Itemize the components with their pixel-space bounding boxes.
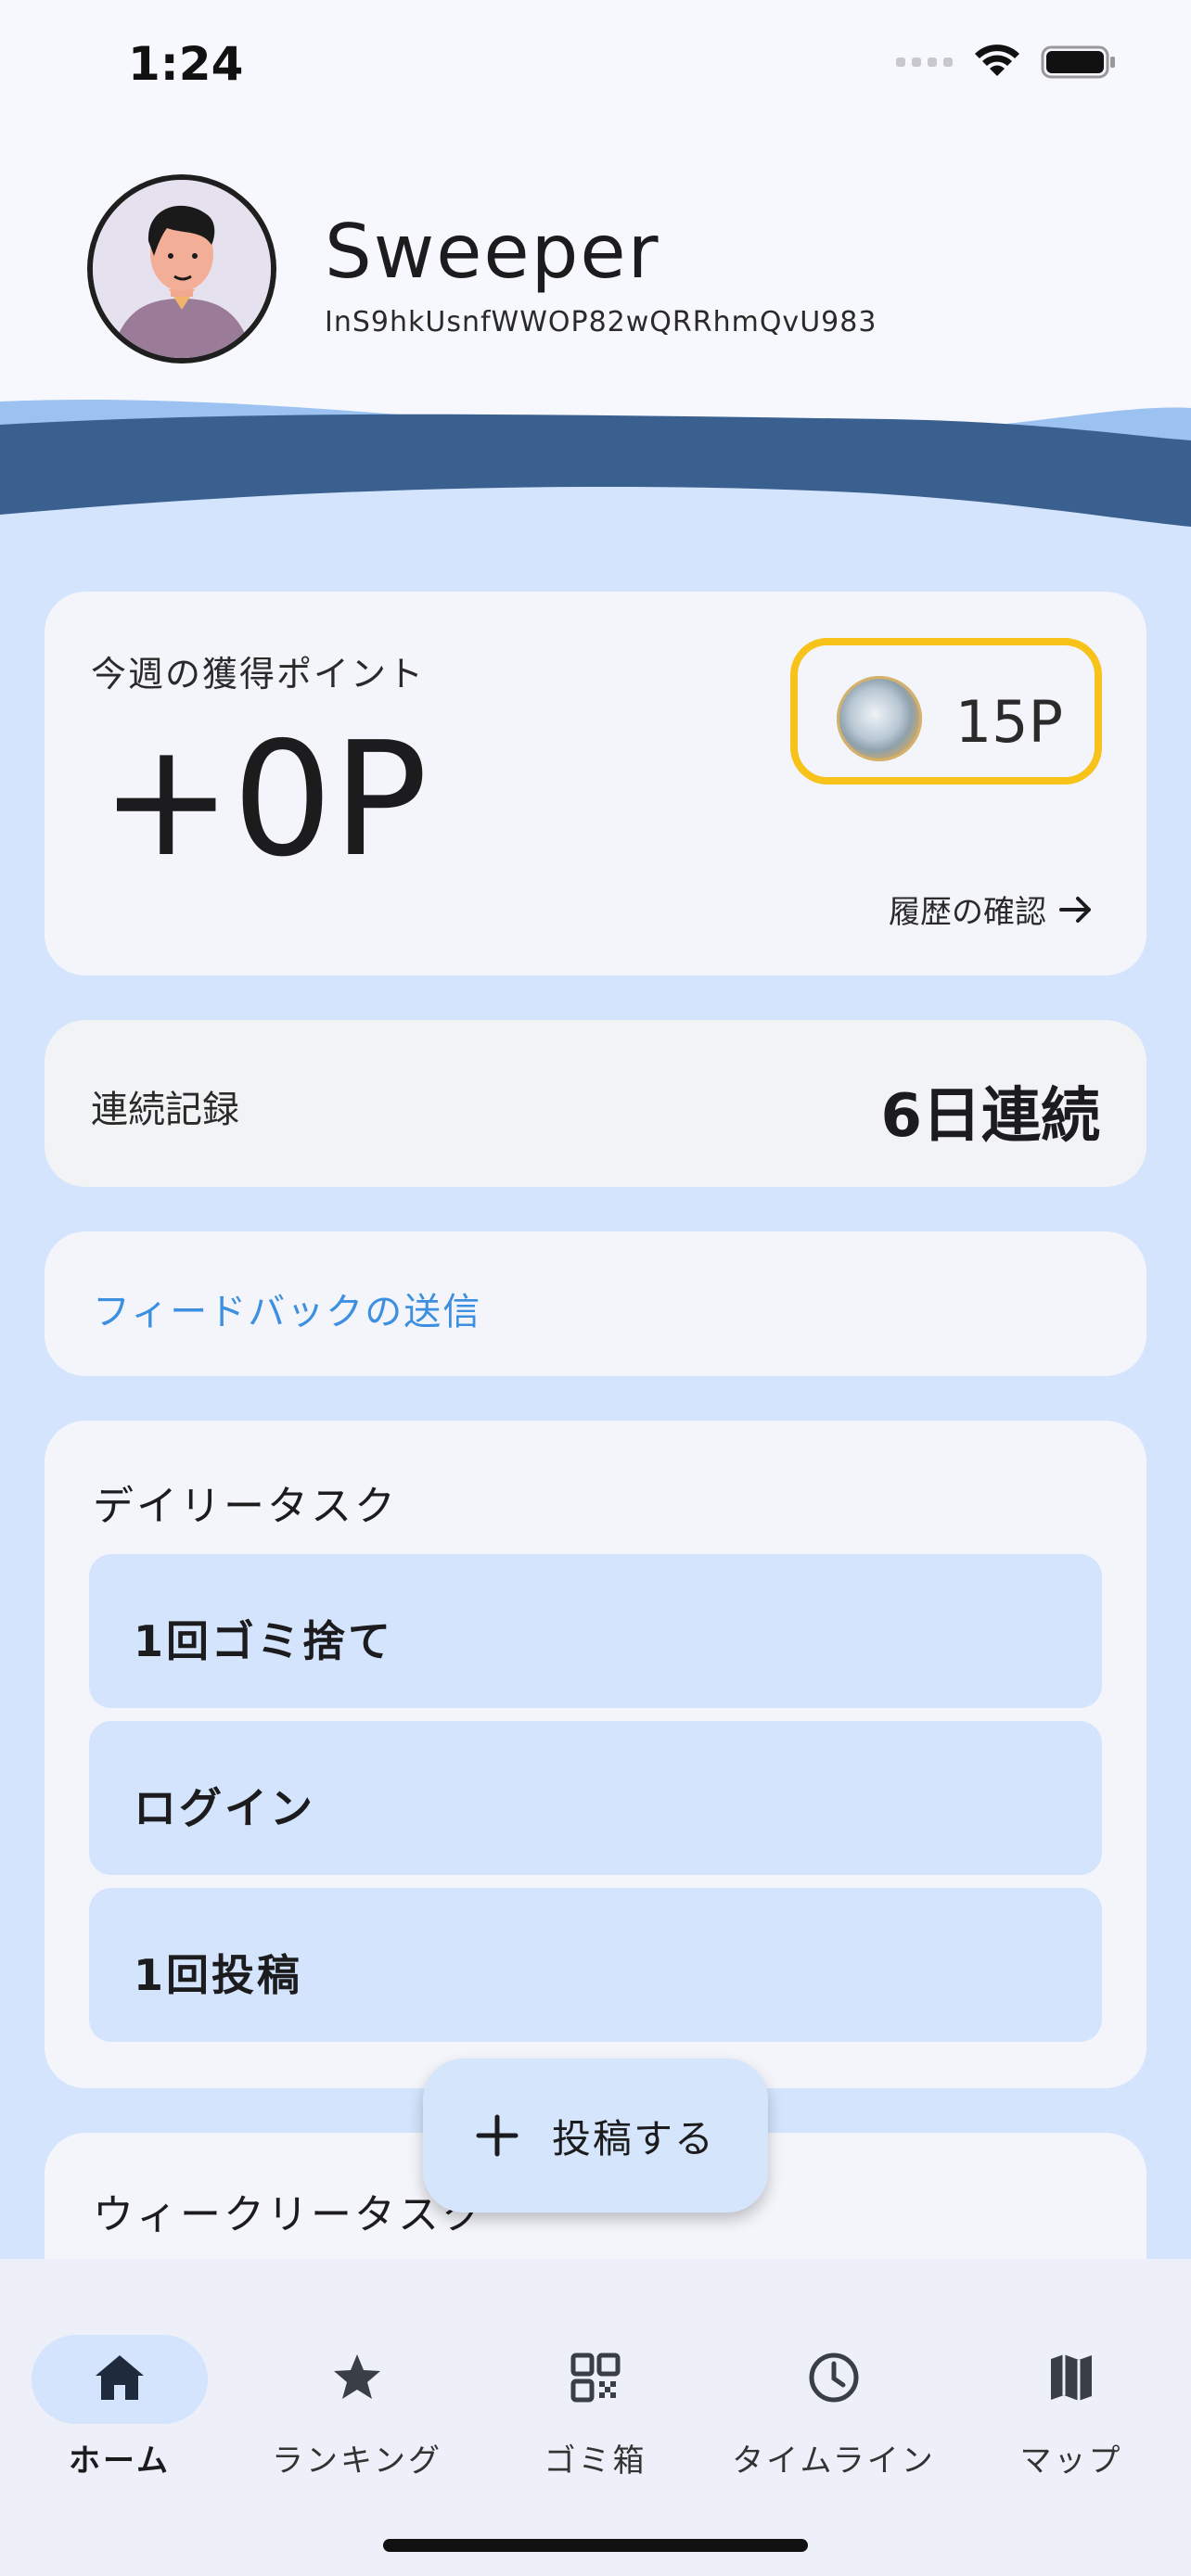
task-label: 1回ゴミ捨て bbox=[134, 1616, 394, 1666]
nav-item-map[interactable]: マップ bbox=[952, 2296, 1191, 2480]
nav-item-home[interactable]: ホーム bbox=[0, 2296, 239, 2480]
task-item[interactable]: ログイン bbox=[89, 1721, 1102, 1875]
task-item[interactable]: 1回投稿 bbox=[89, 1888, 1102, 2042]
arrow-right-icon bbox=[1059, 896, 1091, 923]
daily-tasks-card: デイリータスク 1回ゴミ捨て ログイン 1回投稿 bbox=[45, 1421, 1146, 2088]
nav-label-timeline: タイムライン bbox=[732, 2442, 936, 2480]
post-button-label: 投稿する bbox=[551, 2115, 715, 2162]
header-wave-decoration bbox=[0, 400, 1191, 556]
nav-item-trash[interactable]: ゴミ箱 bbox=[476, 2296, 715, 2480]
points-card: 今週の獲得ポイント +0P 15P 履歴の確認 bbox=[45, 592, 1146, 976]
qr-code-icon bbox=[570, 2353, 621, 2403]
history-link[interactable]: 履歴の確認 bbox=[889, 886, 1095, 932]
weekly-tasks-title: ウィークリータスク bbox=[93, 2191, 485, 2238]
plus-icon bbox=[476, 2114, 519, 2157]
point-balance: 15P bbox=[954, 688, 1063, 756]
coin-icon bbox=[837, 676, 922, 761]
star-icon bbox=[334, 2354, 380, 2399]
wifi-icon bbox=[975, 45, 1019, 76]
daily-tasks-title: デイリータスク bbox=[93, 1483, 398, 1530]
nav-label-ranking: ランキング bbox=[272, 2442, 442, 2480]
home-indicator bbox=[383, 2539, 808, 2552]
clock-icon bbox=[809, 2353, 859, 2403]
nav-label-map: マップ bbox=[1019, 2442, 1123, 2480]
streak-card: 連続記録 6日連続 bbox=[45, 1020, 1146, 1187]
status-icons bbox=[896, 45, 1117, 80]
nav-item-timeline[interactable]: タイムライン bbox=[714, 2296, 954, 2480]
streak-value: 6日連続 bbox=[880, 1082, 1100, 1151]
task-item[interactable]: 1回ゴミ捨て bbox=[89, 1554, 1102, 1708]
avatar-illustration bbox=[93, 180, 271, 358]
weekly-points-value: +0P bbox=[100, 708, 429, 892]
point-balance-box[interactable]: 15P bbox=[790, 638, 1102, 784]
battery-icon bbox=[1041, 45, 1115, 79]
task-label: 1回投稿 bbox=[134, 1950, 303, 2000]
post-button[interactable]: 投稿する bbox=[423, 2059, 768, 2213]
map-icon bbox=[1051, 2354, 1092, 2401]
profile-name: Sweeper bbox=[325, 209, 660, 295]
home-icon bbox=[96, 2355, 144, 2400]
profile-id: InS9hkUsnfWWOP82wQRRhmQvU983 bbox=[325, 306, 877, 338]
history-link-label: 履歴の確認 bbox=[889, 894, 1046, 931]
nav-label-home: ホーム bbox=[69, 2442, 171, 2480]
weekly-points-label: 今週の獲得ポイント bbox=[91, 654, 426, 695]
nav-label-trash: ゴミ箱 bbox=[544, 2442, 647, 2480]
nav-item-ranking[interactable]: ランキング bbox=[237, 2296, 477, 2480]
signal-icon bbox=[896, 57, 953, 67]
avatar[interactable] bbox=[87, 174, 276, 363]
feedback-card[interactable]: フィードバックの送信 bbox=[45, 1231, 1146, 1376]
task-label: ログイン bbox=[134, 1783, 315, 1833]
feedback-link[interactable]: フィードバックの送信 bbox=[93, 1282, 481, 1335]
status-time: 1:24 bbox=[128, 37, 244, 91]
bottom-navigation: ホーム ランキング ゴミ箱 タイムライン マップ bbox=[0, 2259, 1191, 2576]
streak-label: 連続記録 bbox=[91, 1089, 239, 1131]
